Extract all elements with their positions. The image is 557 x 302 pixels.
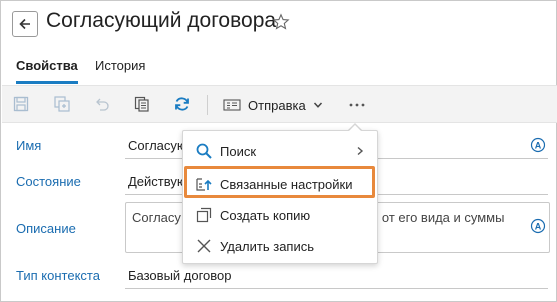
highlight-box [184,166,375,198]
name-field[interactable]: Согласую [128,138,187,153]
description-text-end: и от его вида и суммы [371,210,505,225]
localization-a-icon[interactable]: A [530,137,546,153]
svg-text:A: A [535,222,542,232]
close-icon [197,239,211,253]
context-type-label: Тип контекста [16,268,100,283]
window: Согласующий договора Свойства История От… [0,0,557,302]
undo-icon[interactable] [93,95,111,113]
more-horizontal-icon[interactable] [348,96,366,114]
localization-a-icon[interactable]: A [530,218,546,234]
state-field[interactable]: Действую [128,174,187,189]
menu-item-delete-record[interactable]: Удалить запись [183,231,379,261]
arrow-left-icon [19,18,30,30]
save-icon[interactable] [12,95,30,113]
active-tab-indicator [16,81,78,84]
menu-item-search[interactable]: Поиск [183,136,379,166]
menu-item-label: Удалить запись [220,238,315,254]
tab-properties[interactable]: Свойства [16,58,78,73]
send-icon [223,99,241,111]
send-label: Отправка [248,97,306,113]
copy-icon [196,207,212,223]
star-outline-icon[interactable] [272,13,290,31]
context-type-field-underline [125,288,548,289]
description-text-start: Согласу [132,210,181,225]
page-title: Согласующий договора [46,9,277,32]
search-icon [196,143,212,159]
chevron-right-icon [357,146,364,156]
copy-icon[interactable] [133,95,151,113]
context-type-field[interactable]: Базовый договор [128,268,232,283]
svg-text:A: A [535,141,542,151]
menu-item-label: Создать копию [220,207,311,223]
toolbar-separator [207,95,208,115]
state-label: Состояние [16,174,81,189]
menu-pointer-inner [348,125,362,132]
chevron-down-icon [313,102,322,108]
tab-history[interactable]: История [95,58,145,73]
send-button[interactable]: Отправка [223,95,323,115]
back-button[interactable] [12,11,38,37]
save-copy-icon[interactable] [53,95,71,113]
refresh-icon[interactable] [173,95,191,113]
name-label: Имя [16,138,42,153]
menu-item-create-copy[interactable]: Создать копию [183,200,379,230]
toolbar: Отправка [2,85,557,123]
menu-item-label: Поиск [220,143,257,159]
description-label: Описание [16,221,76,236]
